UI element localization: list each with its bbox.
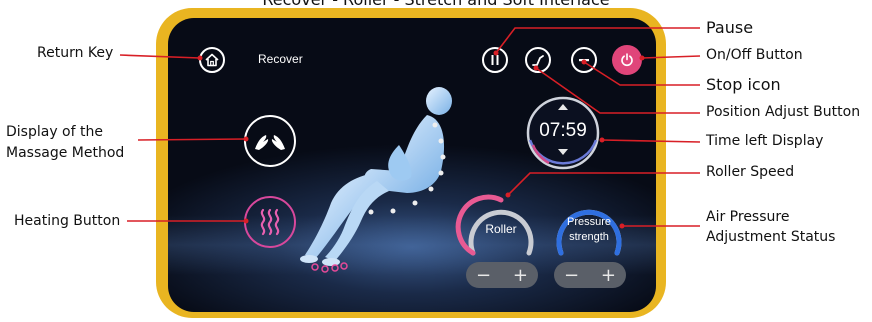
callout-air-pressure: Air Pressure Adjustment Status [706, 209, 836, 245]
callout-position-adjust: Position Adjust Button [706, 104, 861, 120]
callout-on-off: On/Off Button [706, 47, 803, 63]
callout-stop: Stop icon [706, 75, 781, 94]
callout-return-key: Return Key [37, 45, 114, 61]
callout-massage-method: Display of the Massage Method [6, 124, 125, 161]
callout-heating: Heating Button [14, 213, 121, 229]
callout-pause: Pause [706, 18, 754, 37]
callout-time-left: Time left Display [706, 133, 824, 149]
callout-roller-speed: Roller Speed [706, 164, 795, 180]
